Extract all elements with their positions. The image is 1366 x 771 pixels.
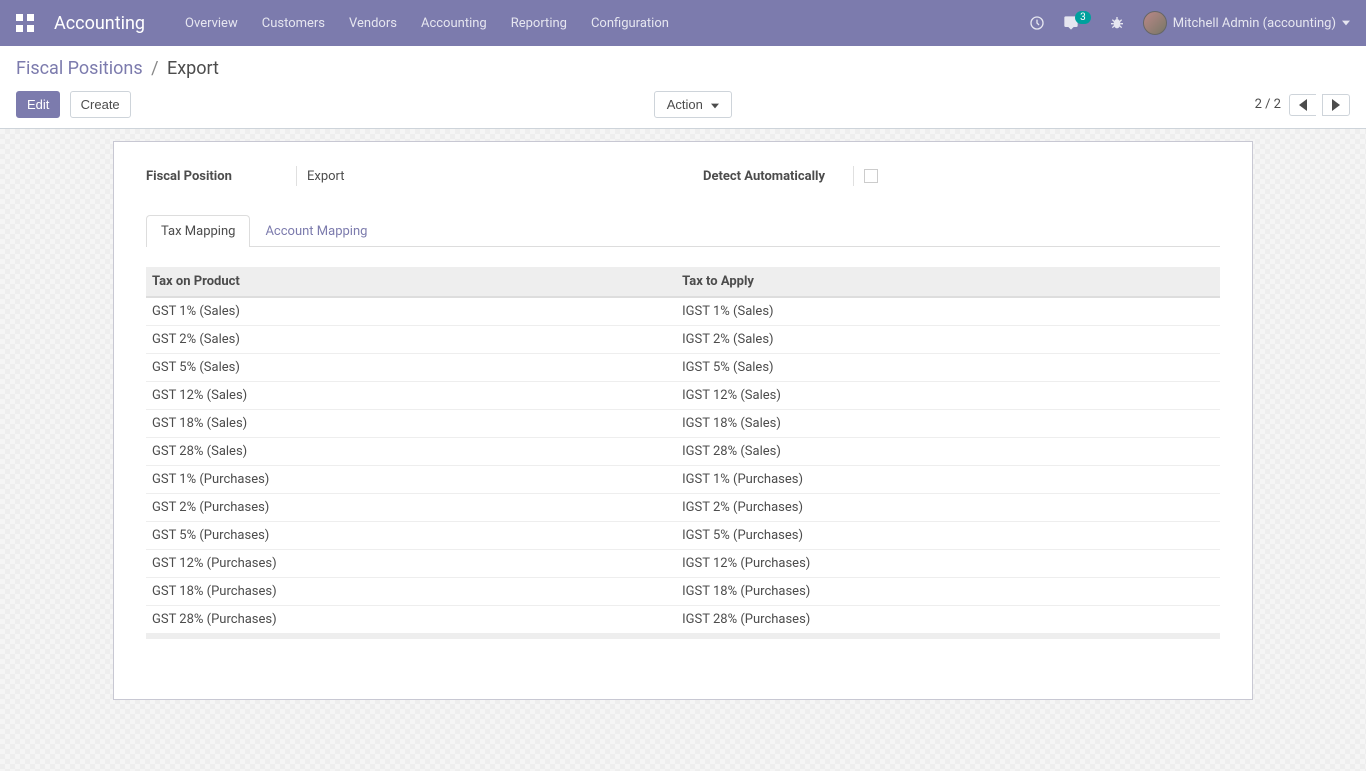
cell-tax-apply: IGST 12% (Purchases) — [676, 550, 1220, 578]
cell-tax-product: GST 28% (Sales) — [146, 438, 676, 466]
cell-tax-apply: IGST 12% (Sales) — [676, 382, 1220, 410]
cell-tax-product: GST 28% (Purchases) — [146, 606, 676, 637]
cell-tax-product: GST 18% (Sales) — [146, 410, 676, 438]
table-row[interactable]: GST 12% (Purchases)IGST 12% (Purchases) — [146, 550, 1220, 578]
cell-tax-product: GST 5% (Sales) — [146, 354, 676, 382]
app-brand[interactable]: Accounting — [54, 13, 145, 34]
detect-auto-checkbox[interactable] — [864, 169, 878, 183]
breadcrumb-parent[interactable]: Fiscal Positions — [16, 58, 143, 79]
messages-badge: 3 — [1075, 11, 1091, 24]
user-menu[interactable]: Mitchell Admin (accounting) — [1143, 11, 1350, 35]
cell-tax-product: GST 12% (Sales) — [146, 382, 676, 410]
user-name: Mitchell Admin (accounting) — [1173, 16, 1336, 31]
table-row[interactable]: GST 5% (Sales)IGST 5% (Sales) — [146, 354, 1220, 382]
table-row[interactable]: GST 12% (Sales)IGST 12% (Sales) — [146, 382, 1220, 410]
content: Fiscal Position Export Detect Automatica… — [0, 129, 1366, 771]
cell-tax-product: GST 1% (Purchases) — [146, 466, 676, 494]
fiscal-position-label: Fiscal Position — [146, 169, 296, 184]
tab-tax-mapping[interactable]: Tax Mapping — [146, 215, 250, 247]
tabs: Tax Mapping Account Mapping — [146, 214, 1220, 247]
cell-tax-product: GST 5% (Purchases) — [146, 522, 676, 550]
cp-left: Edit Create — [16, 91, 131, 118]
table-row[interactable]: GST 5% (Purchases)IGST 5% (Purchases) — [146, 522, 1220, 550]
table-row[interactable]: GST 1% (Sales)IGST 1% (Sales) — [146, 297, 1220, 326]
cell-tax-product: GST 2% (Sales) — [146, 326, 676, 354]
table-row[interactable]: GST 18% (Purchases)IGST 18% (Purchases) — [146, 578, 1220, 606]
cell-tax-apply: IGST 1% (Purchases) — [676, 466, 1220, 494]
pager-next-button[interactable] — [1322, 94, 1350, 116]
col-tax-product: Tax on Product — [146, 267, 676, 297]
apps-icon[interactable] — [16, 14, 34, 32]
caret-down-icon — [711, 103, 719, 109]
menu-vendors[interactable]: Vendors — [349, 16, 397, 31]
cell-tax-apply: IGST 2% (Sales) — [676, 326, 1220, 354]
pager: 2 / 2 — [1255, 94, 1350, 116]
edit-button[interactable]: Edit — [16, 91, 60, 118]
detect-auto-label: Detect Automatically — [703, 169, 853, 184]
action-dropdown[interactable]: Action — [654, 91, 732, 118]
menu-configuration[interactable]: Configuration — [591, 16, 669, 31]
activities-icon[interactable] — [1029, 15, 1045, 31]
create-button[interactable]: Create — [70, 91, 131, 118]
cell-tax-product: GST 2% (Purchases) — [146, 494, 676, 522]
caret-down-icon — [1342, 19, 1350, 27]
cell-tax-apply: IGST 28% (Purchases) — [676, 606, 1220, 637]
menu-overview[interactable]: Overview — [185, 16, 238, 31]
breadcrumb-current: Export — [167, 58, 219, 79]
pager-prev-button[interactable] — [1289, 94, 1316, 116]
cell-tax-apply: IGST 2% (Purchases) — [676, 494, 1220, 522]
messages-icon[interactable]: 3 — [1063, 15, 1091, 31]
cell-tax-apply: IGST 28% (Sales) — [676, 438, 1220, 466]
menu-customers[interactable]: Customers — [262, 16, 325, 31]
cp-center: Action — [131, 91, 1255, 118]
action-label: Action — [667, 97, 703, 112]
table-row[interactable]: GST 28% (Purchases)IGST 28% (Purchases) — [146, 606, 1220, 637]
table-row[interactable]: GST 2% (Sales)IGST 2% (Sales) — [146, 326, 1220, 354]
table-row[interactable]: GST 2% (Purchases)IGST 2% (Purchases) — [146, 494, 1220, 522]
avatar — [1143, 11, 1167, 35]
pager-value[interactable]: 2 / 2 — [1255, 97, 1281, 112]
table-row[interactable]: GST 18% (Sales)IGST 18% (Sales) — [146, 410, 1220, 438]
cell-tax-product: GST 18% (Purchases) — [146, 578, 676, 606]
tab-account-mapping[interactable]: Account Mapping — [250, 215, 382, 247]
menu-reporting[interactable]: Reporting — [511, 16, 567, 31]
cell-tax-apply: IGST 5% (Sales) — [676, 354, 1220, 382]
cell-tax-product: GST 1% (Sales) — [146, 297, 676, 326]
table-row[interactable]: GST 28% (Sales)IGST 28% (Sales) — [146, 438, 1220, 466]
debug-icon[interactable] — [1109, 15, 1125, 31]
form-sheet: Fiscal Position Export Detect Automatica… — [113, 141, 1253, 700]
cell-tax-apply: IGST 18% (Sales) — [676, 410, 1220, 438]
menu-accounting[interactable]: Accounting — [421, 16, 487, 31]
table-row[interactable]: GST 1% (Purchases)IGST 1% (Purchases) — [146, 466, 1220, 494]
cell-tax-apply: IGST 5% (Purchases) — [676, 522, 1220, 550]
breadcrumb: Fiscal Positions / Export — [16, 58, 1350, 79]
cell-tax-product: GST 12% (Purchases) — [146, 550, 676, 578]
tax-mapping-table: Tax on Product Tax to Apply GST 1% (Sale… — [146, 267, 1220, 639]
main-menu: Overview Customers Vendors Accounting Re… — [185, 16, 1029, 31]
control-panel: Fiscal Positions / Export Edit Create Ac… — [0, 46, 1366, 129]
col-tax-apply: Tax to Apply — [676, 267, 1220, 297]
cell-tax-apply: IGST 1% (Sales) — [676, 297, 1220, 326]
breadcrumb-sep: / — [151, 58, 158, 79]
fiscal-position-value: Export — [307, 169, 345, 184]
navbar: Accounting Overview Customers Vendors Ac… — [0, 0, 1366, 46]
cell-tax-apply: IGST 18% (Purchases) — [676, 578, 1220, 606]
